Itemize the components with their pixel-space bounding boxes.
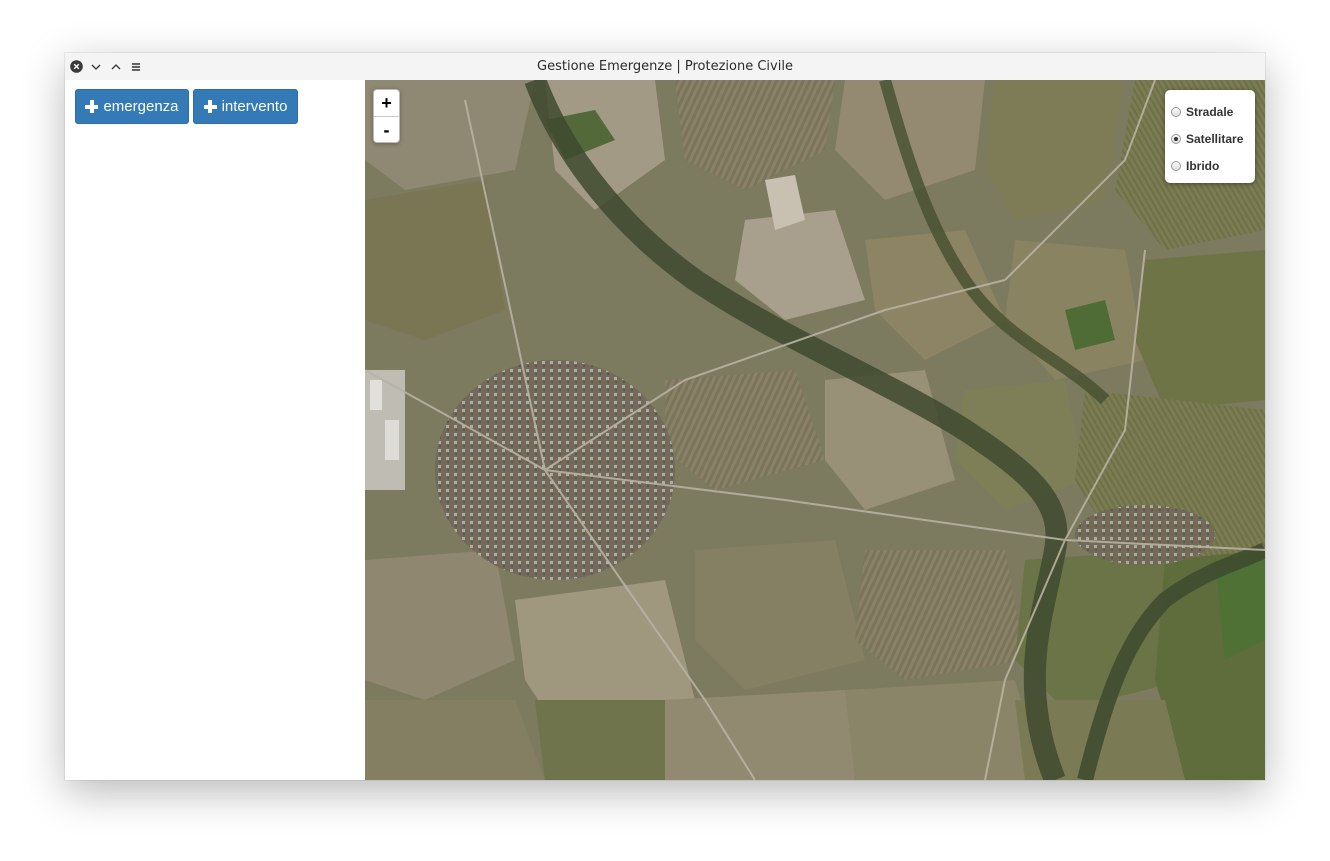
title-bar: Gestione Emergenze | Protezione Civile	[65, 53, 1265, 81]
layer-label: Satellitare	[1186, 131, 1244, 146]
window-title: Gestione Emergenze | Protezione Civile	[537, 59, 793, 74]
sidebar: emergenza intervento	[65, 80, 365, 780]
layer-switcher: Stradale Satellitare Ibrido	[1165, 90, 1255, 183]
layer-label: Ibrido	[1186, 158, 1220, 173]
plus-icon	[203, 100, 217, 113]
zoom-in-button[interactable]: +	[374, 90, 399, 116]
radio-ibrido[interactable]	[1171, 160, 1181, 171]
app-window: Gestione Emergenze | Protezione Civile e…	[65, 53, 1265, 780]
radio-stradale[interactable]	[1171, 106, 1181, 117]
layer-option-stradale[interactable]: Stradale	[1171, 98, 1255, 125]
add-intervento-label: intervento	[221, 98, 288, 115]
add-intervento-button[interactable]: intervento	[193, 89, 298, 124]
plus-icon	[85, 100, 99, 113]
add-emergenza-button[interactable]: emergenza	[75, 89, 189, 124]
add-emergenza-label: emergenza	[103, 98, 179, 115]
layer-option-satellitare[interactable]: Satellitare	[1171, 125, 1255, 152]
layer-label: Stradale	[1186, 104, 1234, 119]
satellite-imagery	[365, 80, 1265, 780]
layer-option-ibrido[interactable]: Ibrido	[1171, 152, 1255, 179]
town-area	[435, 360, 675, 580]
zoom-control: + -	[373, 89, 400, 143]
zoom-out-button[interactable]: -	[374, 116, 399, 143]
radio-satellitare[interactable]	[1171, 133, 1181, 144]
satellite-map[interactable]: + - Stradale Satellitare Ibrido	[365, 80, 1265, 780]
